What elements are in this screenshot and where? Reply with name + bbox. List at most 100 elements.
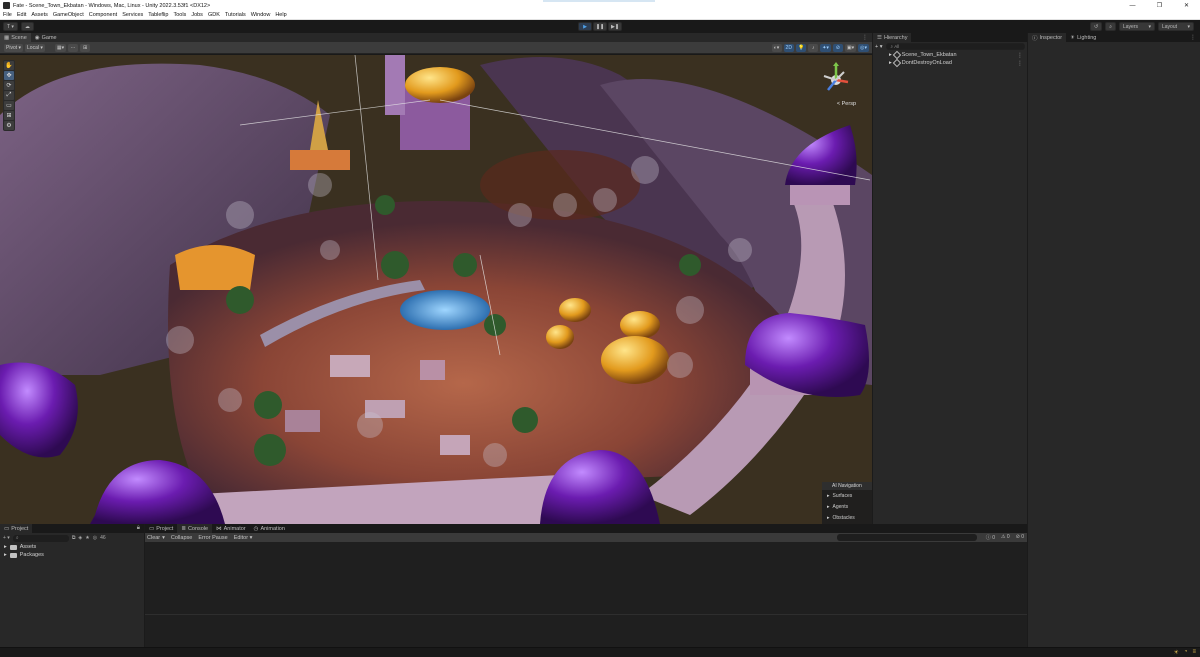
add-object-button[interactable]: + ▾: [875, 44, 883, 50]
menu-bar: File Edit Assets GameObject Component Se…: [0, 11, 1200, 20]
more-options-icon[interactable]: ⋮: [862, 34, 868, 41]
layers-dropdown[interactable]: Layers ▾: [1119, 22, 1155, 31]
more-options-icon[interactable]: ⋮: [1190, 34, 1196, 41]
chevron-down-icon[interactable]: ▾: [162, 535, 165, 541]
tab-animation[interactable]: ◷ Animation: [250, 524, 289, 533]
cloud-icon[interactable]: ☁: [20, 22, 34, 31]
menu-services[interactable]: Services: [122, 12, 143, 18]
menu-gameobject[interactable]: GameObject: [53, 12, 84, 18]
ai-navigation-surfaces[interactable]: ▸ Surfaces: [822, 490, 872, 501]
tab-game-label: Game: [41, 34, 57, 41]
chevron-right-icon: ▸: [889, 60, 892, 66]
console-splitter[interactable]: [145, 614, 1027, 615]
layout-dropdown[interactable]: Layout ▾: [1158, 22, 1194, 31]
account-button[interactable]: T ▾: [3, 22, 18, 31]
ai-navigation-agents[interactable]: ▸ Agents: [822, 501, 872, 512]
maximize-button[interactable]: ❐: [1146, 0, 1173, 11]
ai-navigation-obstacles[interactable]: ▸ Obstacles: [822, 512, 872, 523]
collapse-button[interactable]: Collapse: [171, 535, 192, 541]
create-asset-button[interactable]: + ▾: [3, 535, 10, 541]
console-search-input[interactable]: [837, 534, 977, 541]
step-button[interactable]: ▶❚: [608, 22, 622, 31]
tab-hierarchy[interactable]: ☰ Hierarchy: [873, 33, 912, 42]
console-log-list[interactable]: [145, 542, 1027, 647]
chevron-down-icon: ▾: [1148, 23, 1151, 30]
persp-label[interactable]: < Persp: [837, 101, 856, 107]
hierarchy-search-input[interactable]: ⌕ All: [885, 43, 1025, 50]
lightbulb-icon[interactable]: ☀: [1173, 649, 1178, 656]
shading-mode-icon[interactable]: ◐▾: [771, 44, 782, 52]
menu-help[interactable]: Help: [275, 12, 286, 18]
scene-viewport[interactable]: ✋ ✥ ⟳ ⤢ ▭ ⊞ ⚙ < Persp AI Navigation ▸ Sur…: [0, 55, 872, 524]
chevron-right-icon: ▸: [827, 492, 830, 499]
more-options-icon[interactable]: ⋮: [1017, 52, 1023, 59]
hand-tool-icon[interactable]: ✋: [4, 61, 14, 70]
menu-assets[interactable]: Assets: [31, 12, 48, 18]
grid-snapping-icon[interactable]: ▦▾: [54, 44, 67, 52]
tab-animator[interactable]: ⋈ Animator: [212, 524, 250, 533]
menu-gdk[interactable]: GDK: [208, 12, 220, 18]
local-dropdown[interactable]: Local ▾: [25, 44, 45, 52]
tab-project[interactable]: ▭ Project: [0, 524, 33, 533]
orientation-gizmo-icon[interactable]: [820, 62, 852, 102]
snap-icon[interactable]: ⊞: [80, 44, 91, 52]
minimize-button[interactable]: —: [1119, 0, 1146, 11]
toggle-2d-button[interactable]: 2D: [783, 44, 794, 52]
audio-icon[interactable]: ♪: [808, 44, 819, 52]
custom-tool-icon[interactable]: ⚙: [4, 121, 14, 130]
editor-dropdown[interactable]: Editor ▾: [234, 535, 253, 541]
pause-button[interactable]: ❚❚: [593, 22, 607, 31]
tab-project-label: Project: [11, 525, 29, 532]
lock-icon[interactable]: 🔒︎: [137, 525, 140, 532]
error-pause-button[interactable]: Error Pause: [198, 535, 227, 541]
pivot-dropdown[interactable]: Pivot ▾: [4, 44, 24, 52]
gizmos-icon[interactable]: ◎▾: [858, 44, 869, 52]
progress-icon[interactable]: ◔: [1184, 649, 1188, 656]
tab-inspector[interactable]: ⓘ Inspector: [1028, 33, 1067, 42]
search-icon[interactable]: ⌕: [1105, 22, 1116, 31]
transform-tool-icon[interactable]: ⊞: [4, 111, 14, 120]
scale-tool-icon[interactable]: ⤢: [4, 91, 14, 100]
clear-button[interactable]: Clear: [147, 535, 160, 541]
menu-edit[interactable]: Edit: [17, 12, 26, 18]
rotate-tool-icon[interactable]: ⟳: [4, 81, 14, 90]
menu-jobs[interactable]: Jobs: [191, 12, 203, 18]
menu-file[interactable]: File: [3, 12, 12, 18]
hidden-objects-icon[interactable]: ⊘: [832, 44, 843, 52]
console-panel: ▭ Project ≣ Console ⋈ Animator ◷ Animation C…: [145, 524, 1027, 647]
effects-icon[interactable]: ✦▾: [820, 44, 831, 52]
undo-history-icon[interactable]: ↺: [1089, 22, 1103, 31]
star-icon[interactable]: ★: [85, 535, 89, 541]
project-folder-packages[interactable]: ▸ Packages: [0, 551, 144, 559]
menu-tools[interactable]: Tools: [173, 12, 186, 18]
hierarchy-item-dontdestroyonload[interactable]: ▸ DontDestroyOnLoad ⋮: [873, 58, 1027, 68]
label-icon[interactable]: ◈: [78, 535, 82, 541]
info-count[interactable]: ⓘ 0: [986, 534, 995, 541]
tab-scene[interactable]: ▦ Scene: [0, 33, 31, 42]
search-icon: ⌕: [15, 534, 19, 541]
project-search-input[interactable]: ⌕: [12, 534, 69, 542]
rect-tool-icon[interactable]: ▭: [4, 101, 14, 110]
menu-component[interactable]: Component: [89, 12, 117, 18]
menu-tutorials[interactable]: Tutorials: [225, 12, 246, 18]
tab-game[interactable]: ◉ Game: [31, 33, 61, 42]
close-button[interactable]: ✕: [1173, 0, 1200, 11]
filter-icon[interactable]: ⧉: [72, 535, 76, 541]
play-button[interactable]: ▶: [578, 22, 592, 31]
tab-project-secondary[interactable]: ▭ Project: [145, 524, 177, 533]
camera-icon[interactable]: ▣▾: [844, 44, 857, 52]
error-count[interactable]: ⊘ 0: [1016, 534, 1024, 541]
lighting-icon[interactable]: 💡: [795, 44, 807, 52]
menu-window[interactable]: Window: [251, 12, 271, 18]
tab-lighting[interactable]: ☀ Lighting: [1066, 33, 1100, 42]
snap-increment-icon[interactable]: ⋯: [68, 44, 79, 52]
project-folder-assets[interactable]: ▸ Assets: [0, 543, 144, 551]
move-tool-icon[interactable]: ✥: [4, 71, 14, 80]
notification-icon[interactable]: ≡: [1192, 649, 1196, 656]
tab-console[interactable]: ≣ Console: [177, 524, 213, 533]
visibility-icon[interactable]: ◎: [93, 535, 97, 541]
console-icon: ≣: [181, 525, 186, 532]
more-options-icon[interactable]: ⋮: [1017, 60, 1023, 67]
menu-tableflip[interactable]: Tableflip: [148, 12, 168, 18]
warning-count[interactable]: ⚠ 0: [1001, 534, 1010, 541]
